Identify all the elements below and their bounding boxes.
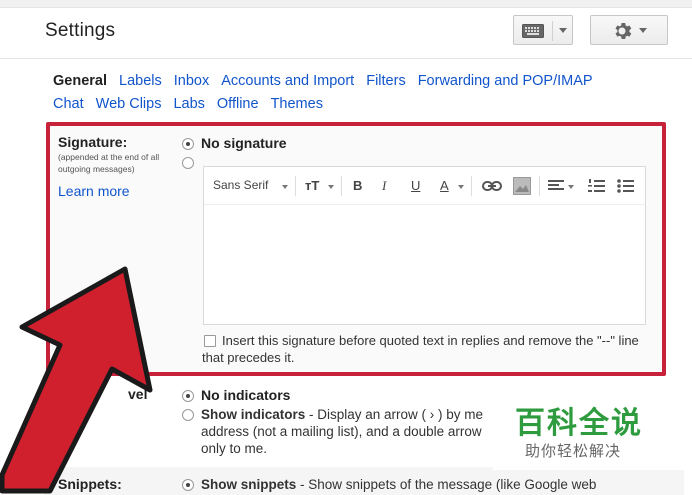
link-icon[interactable] <box>482 179 502 193</box>
chevron-down-icon[interactable] <box>328 185 334 189</box>
editor-toolbar: Sans Serif тT B I U A <box>204 167 645 205</box>
indicators-desc-line2: address (not a mailing list), and a doub… <box>201 424 482 439</box>
toolbar-separator <box>471 176 472 196</box>
watermark-title: 百科全说 <box>515 406 643 441</box>
tab-general[interactable]: General <box>53 73 107 89</box>
tab-forwarding-pop-imap[interactable]: Forwarding and POP/IMAP <box>418 73 593 89</box>
no-signature-radio[interactable] <box>182 138 194 150</box>
page-title: Settings <box>45 20 116 41</box>
tabs-row-2: Chat Web Clips Labs Offline Themes <box>53 93 673 116</box>
chevron-down-icon[interactable] <box>458 185 464 189</box>
align-icon[interactable] <box>548 179 564 193</box>
no-indicators-label: No indicators <box>201 387 291 403</box>
show-indicators-radio[interactable] <box>182 409 194 421</box>
header-divider <box>0 58 692 59</box>
tab-inbox[interactable]: Inbox <box>174 73 209 89</box>
show-snippets-radio[interactable] <box>182 479 194 491</box>
tab-labs[interactable]: Labs <box>173 96 204 112</box>
show-snippets-text: Show snippets - Show snippets of the mes… <box>201 476 596 493</box>
chevron-down-icon[interactable] <box>559 28 567 33</box>
tabs-row-1: General Labels Inbox Accounts and Import Fil… <box>53 70 673 93</box>
learn-more-link[interactable]: Learn more <box>58 183 130 199</box>
toolbar-separator <box>295 176 296 196</box>
keyboard-icon <box>522 24 544 38</box>
indicators-desc-line3: only to me. <box>201 441 268 456</box>
tab-filters[interactable]: Filters <box>366 73 405 89</box>
signature-editor[interactable]: Sans Serif тT B I U A <box>203 166 646 325</box>
show-snippets-label: Show snippets <box>201 477 297 492</box>
snippets-label: Snippets: <box>58 476 122 492</box>
gear-icon <box>615 23 632 39</box>
tab-accounts-and-import[interactable]: Accounts and Import <box>221 73 354 89</box>
chevron-down-icon[interactable] <box>282 185 288 189</box>
chevron-down-icon[interactable] <box>568 185 574 189</box>
signature-label: Signature: <box>58 134 128 150</box>
button-separator <box>552 21 553 41</box>
bulleted-list-icon[interactable] <box>617 178 634 194</box>
tab-chat[interactable]: Chat <box>53 96 84 112</box>
font-size-button[interactable]: тT <box>305 178 319 193</box>
show-indicators-desc: - Display an arrow ( › ) by me <box>305 407 484 422</box>
insert-signature-label: Insert this signature before quoted text… <box>202 333 639 365</box>
underline-button[interactable]: U <box>411 178 420 193</box>
show-snippets-desc: - Show snippets of the message (like Goo… <box>296 477 597 492</box>
chevron-down-icon[interactable] <box>639 28 647 33</box>
font-family-select[interactable]: Sans Serif <box>213 178 268 192</box>
numbered-list-icon[interactable] <box>588 178 605 194</box>
no-indicators-radio[interactable] <box>182 390 194 402</box>
tab-web-clips[interactable]: Web Clips <box>96 96 162 112</box>
input-tools-button[interactable] <box>513 15 573 45</box>
top-bar <box>0 0 692 8</box>
tab-labels[interactable]: Labels <box>119 73 162 89</box>
settings-tabs: General Labels Inbox Accounts and Import Fil… <box>53 70 673 116</box>
show-indicators-text: Show indicators - Display an arrow ( › )… <box>201 406 501 423</box>
indicators-label: vel <box>128 386 148 402</box>
italic-button[interactable]: I <box>382 178 386 194</box>
toolbar-separator <box>539 176 540 196</box>
signature-sublabel: (appended at the end of all outgoing mes… <box>58 152 160 174</box>
tab-themes[interactable]: Themes <box>271 96 323 112</box>
image-icon[interactable] <box>513 177 531 195</box>
text-color-button[interactable]: A <box>440 178 449 193</box>
bold-button[interactable]: B <box>353 178 362 193</box>
settings-gear-button[interactable] <box>590 15 668 45</box>
tab-offline[interactable]: Offline <box>217 96 259 112</box>
watermark-subtitle: 助你轻松解决 <box>525 442 622 460</box>
custom-signature-radio[interactable] <box>182 157 194 169</box>
show-indicators-label: Show indicators <box>201 407 306 422</box>
no-signature-label: No signature <box>201 135 287 151</box>
toolbar-separator <box>341 176 342 196</box>
watermark: 百科全说 助你轻松解决 <box>493 390 685 470</box>
